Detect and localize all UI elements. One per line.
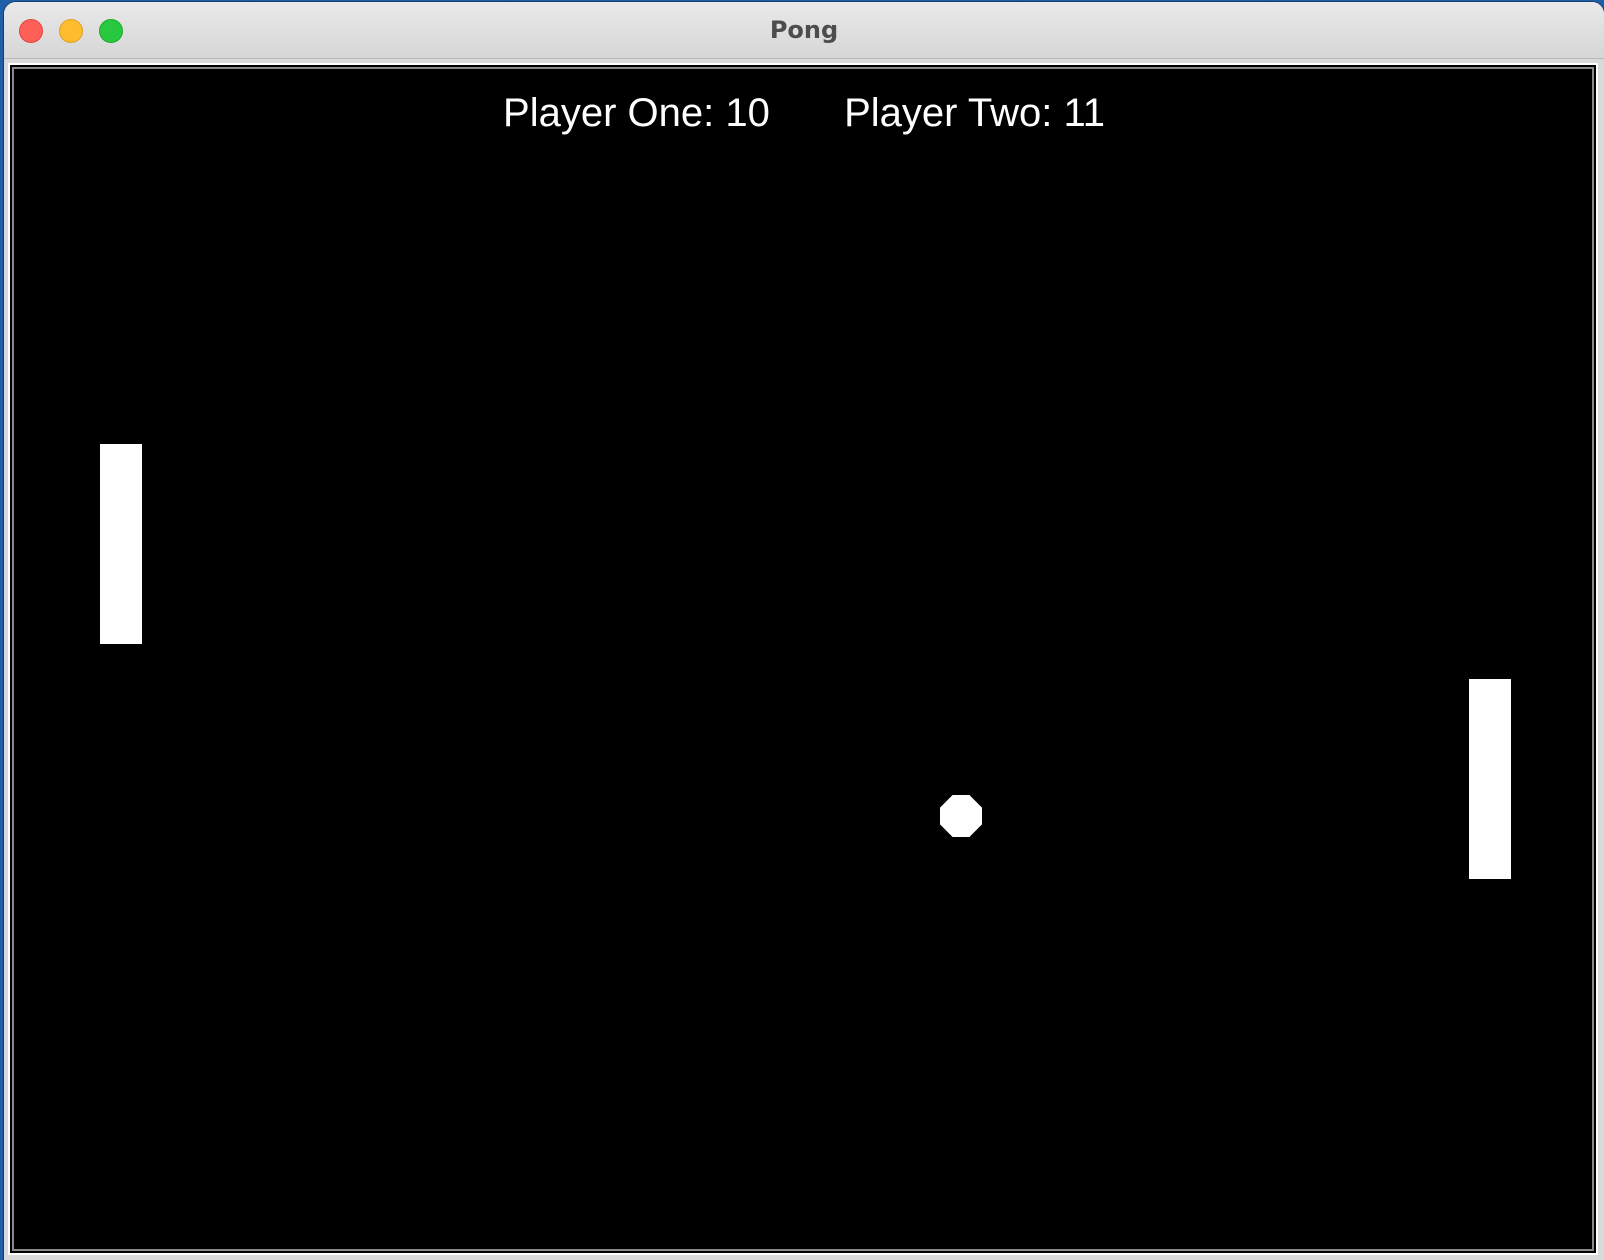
game-frame: Player One: 10 Player Two: 11 bbox=[8, 63, 1598, 1255]
game-court[interactable]: Player One: 10 Player Two: 11 bbox=[18, 73, 1590, 1249]
player-one-paddle[interactable] bbox=[100, 444, 142, 644]
player-two-score: Player Two: 11 bbox=[844, 91, 1105, 135]
scoreboard: Player One: 10 Player Two: 11 bbox=[18, 73, 1590, 153]
window-titlebar[interactable]: Pong bbox=[4, 2, 1604, 59]
game-frame-inner: Player One: 10 Player Two: 11 bbox=[12, 67, 1594, 1251]
window-content: Player One: 10 Player Two: 11 bbox=[4, 59, 1604, 1260]
ball bbox=[940, 795, 982, 837]
pong-window: Pong Player One: 10 Player Two: 11 bbox=[4, 2, 1604, 1260]
player-two-paddle[interactable] bbox=[1469, 679, 1511, 879]
window-title: Pong bbox=[769, 16, 839, 44]
player-one-score: Player One: 10 bbox=[503, 91, 770, 135]
